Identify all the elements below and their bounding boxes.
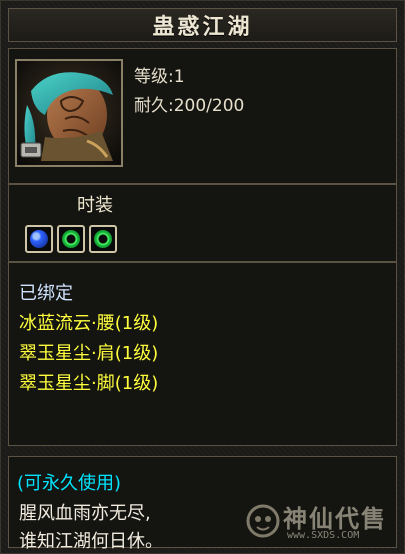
permanent-use-label: (可永久使用): [17, 473, 122, 494]
bound-status: 已绑定: [19, 283, 73, 304]
watermark-subtext: www.SXDS.COM: [287, 530, 360, 541]
item-durability: 耐久:200/200: [134, 96, 245, 116]
watermark-text: 神仙代售: [283, 505, 387, 533]
attribute-line: 翠玉星尘·肩(1级): [19, 343, 159, 364]
description-line: 腥风血雨亦无尽,: [19, 503, 151, 524]
item-title: 蛊惑江湖: [152, 15, 253, 40]
gem-socket-1[interactable]: [25, 225, 53, 253]
gem-socket-2[interactable]: [57, 225, 85, 253]
gem-socket-3[interactable]: [89, 225, 117, 253]
description-line: 谁知江湖何日休。: [19, 531, 163, 552]
attribute-line: 翠玉星尘·脚(1级): [19, 373, 159, 394]
site-watermark: 神仙代售 www.SXDS.COM: [243, 497, 398, 545]
green-gem-icon: [94, 230, 112, 248]
item-portrait: [15, 59, 123, 167]
fashion-label: 时装: [77, 195, 113, 216]
item-level: 等级:1: [134, 67, 185, 87]
blue-gem-icon: [30, 230, 48, 248]
item-title-bar: 蛊惑江湖: [8, 8, 397, 42]
green-gem-icon: [62, 230, 80, 248]
attribute-line: 冰蓝流云·腰(1级): [19, 313, 159, 334]
item-tooltip: 蛊惑江湖 等级:1 耐久:200/200 时装 已绑定 冰蓝流云·腰(1级) 翠…: [0, 0, 405, 554]
character-portrait-icon: [17, 61, 121, 165]
